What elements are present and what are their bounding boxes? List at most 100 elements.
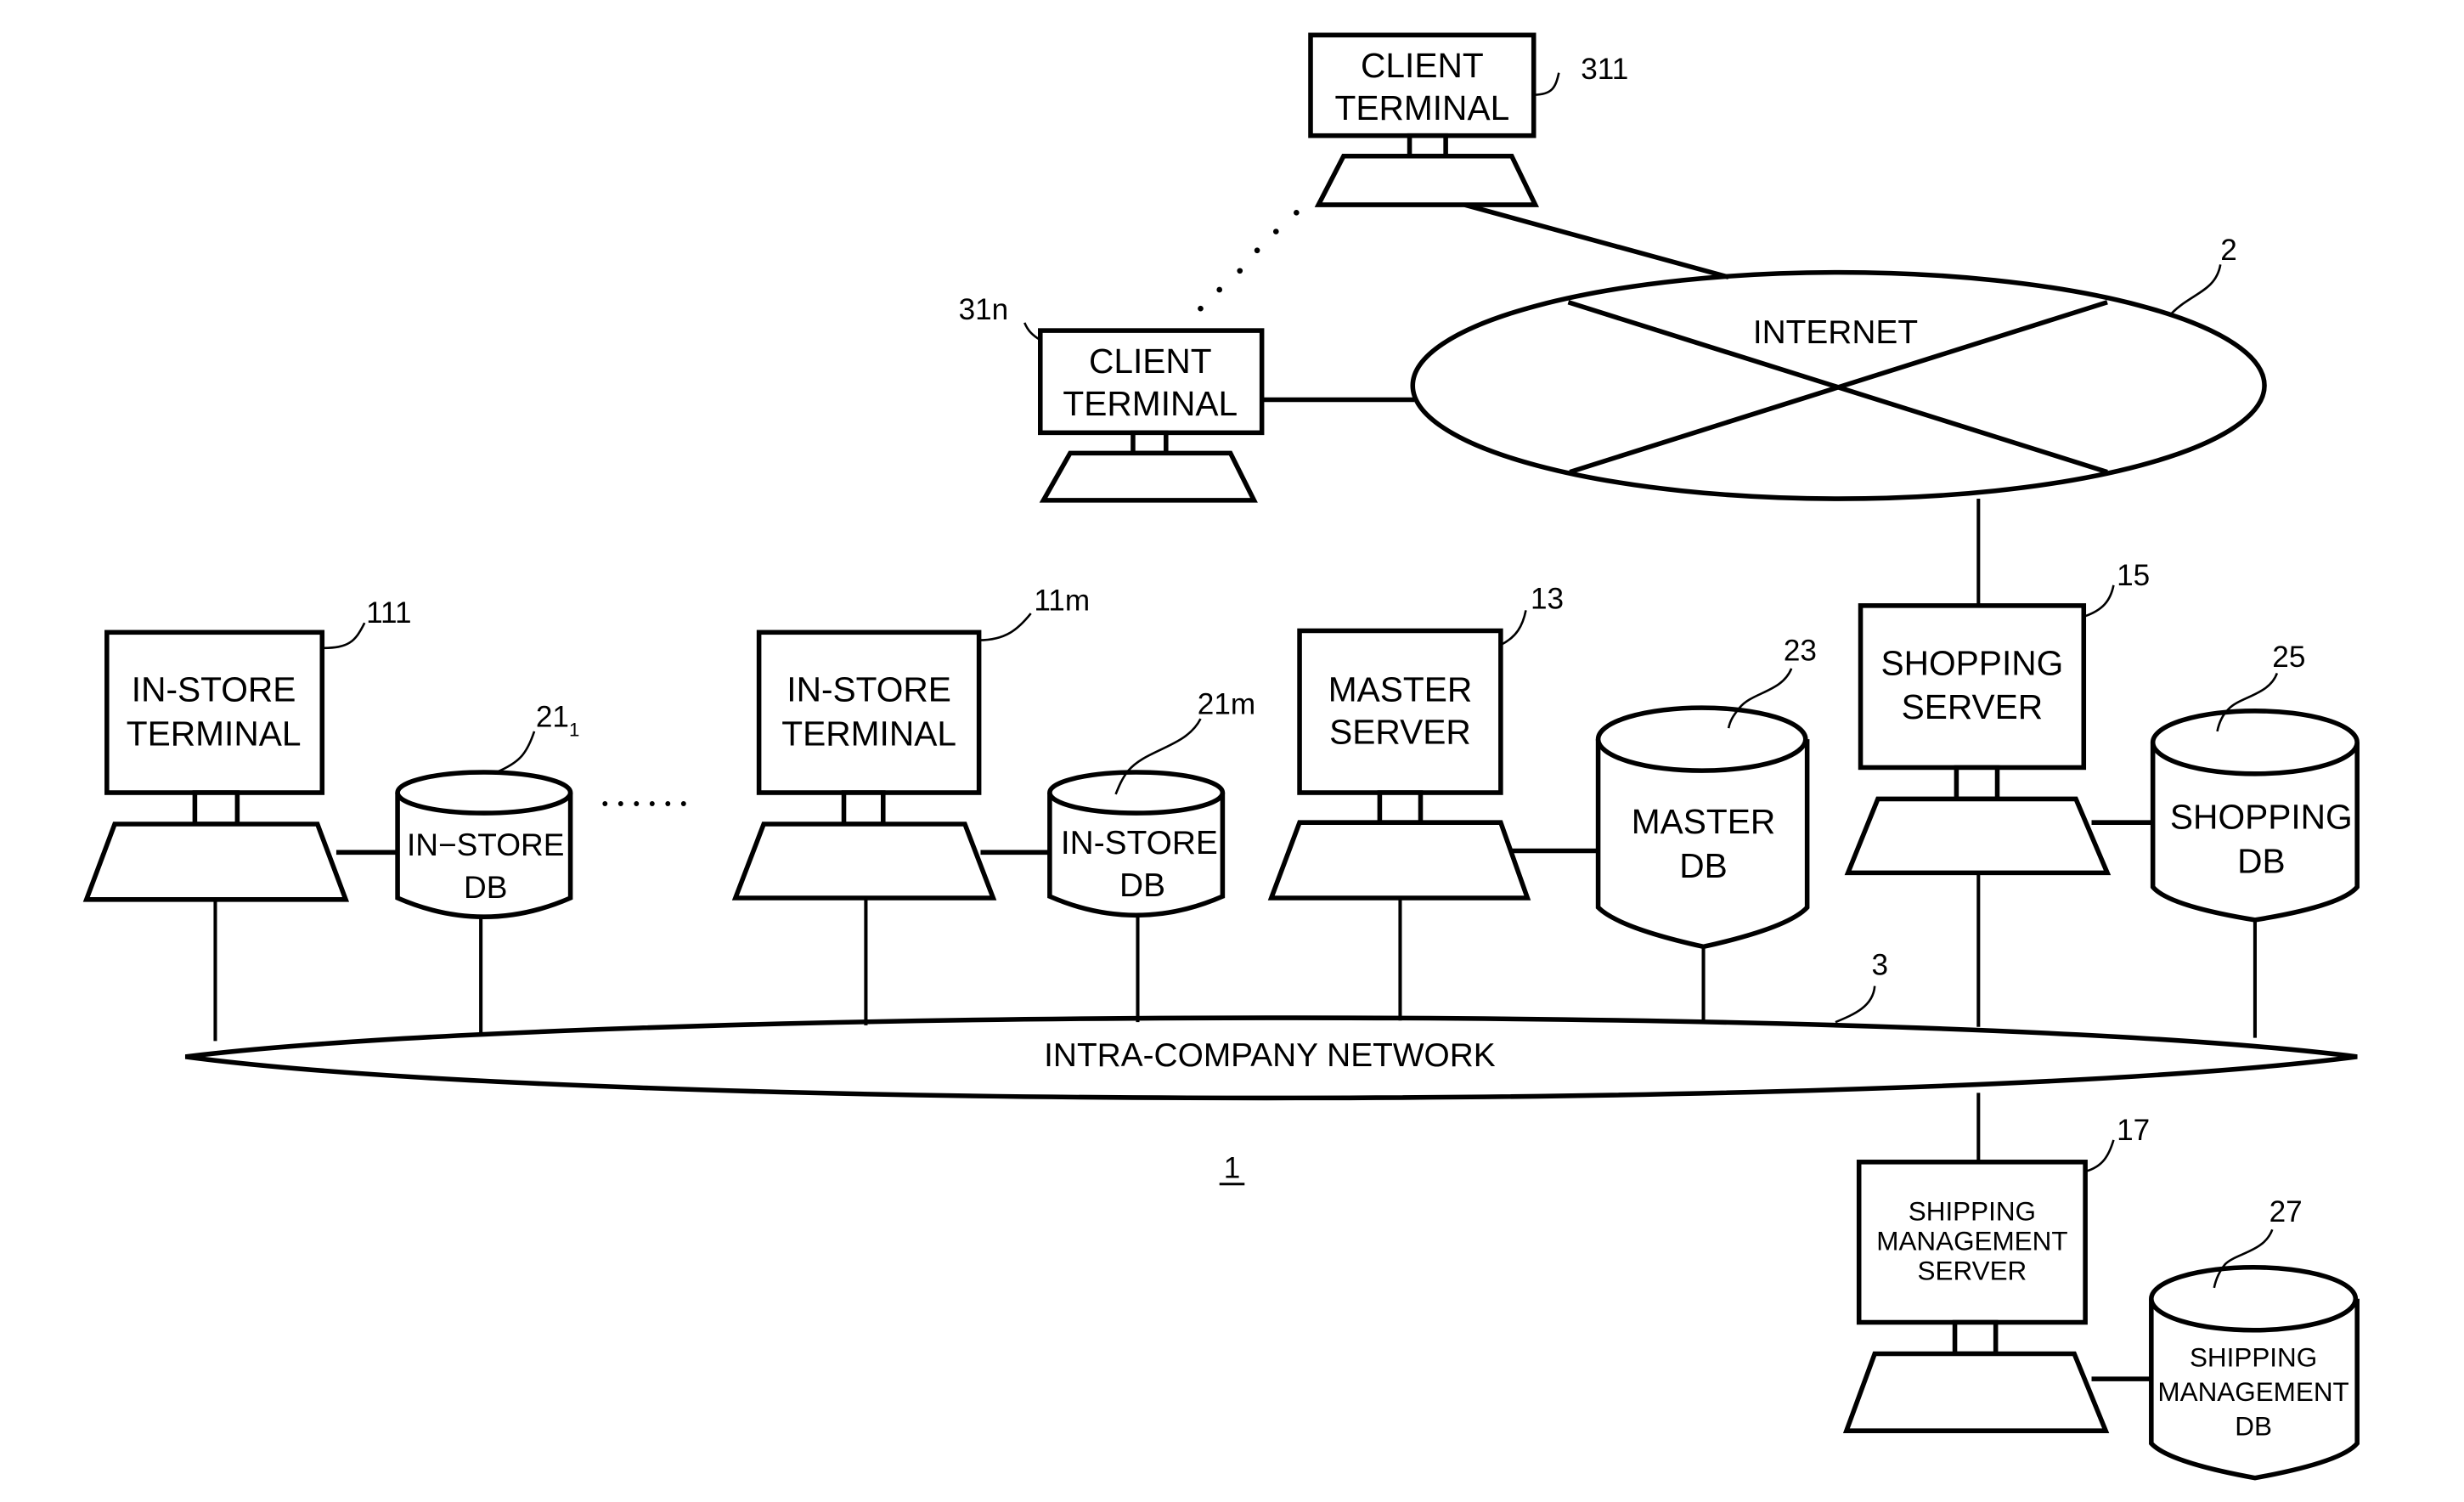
dot <box>680 801 686 806</box>
terminal-label-line1: CLIENT <box>1361 46 1484 85</box>
keyboard-icon <box>731 822 997 901</box>
db-ref-main: 21 <box>536 700 569 733</box>
keyboard-icon <box>1844 796 2112 876</box>
master-server-13: MASTER SERVER 13 <box>1267 583 1598 901</box>
terminal-label-line2: TERMINAL <box>781 714 956 754</box>
database-top <box>2149 1264 2359 1333</box>
server-ref: 13 <box>1531 583 1564 616</box>
database-top <box>2150 709 2360 776</box>
ellipsis-dots-horizontal <box>602 801 686 806</box>
terminal-ref: 111 <box>366 596 411 630</box>
intra-network-label: INTRA-COMPANY NETWORK <box>1044 1037 1496 1074</box>
db-ref: 211 <box>536 700 579 740</box>
dot <box>1272 229 1279 234</box>
dot <box>1254 247 1260 254</box>
system-ref-label: 1 <box>1224 1151 1241 1184</box>
db-label-line1: IN−STORE <box>407 827 564 862</box>
terminal-label-line2: TERMINAL <box>1334 88 1509 127</box>
in-store-db-21-1: IN−STORE DB 211 <box>395 700 579 919</box>
internet-cloud: INTERNET 2 <box>1410 234 2267 501</box>
db-ref: 21m <box>1198 688 1255 721</box>
server-label-line2: SERVER <box>1329 713 1471 752</box>
db-ref: 23 <box>1784 635 1817 668</box>
ref-leader <box>1533 72 1560 96</box>
db-label-line2: DB <box>1119 867 1165 904</box>
ref-leader <box>2170 264 2222 314</box>
monitor-icon <box>756 630 982 795</box>
terminal-label-line1: CLIENT <box>1089 342 1212 381</box>
client-terminal-ref: 31n <box>959 293 1009 326</box>
db-ref: 27 <box>2269 1195 2303 1228</box>
db-label-line1: IN-STORE <box>1061 825 1218 861</box>
monitor-stand <box>1952 1319 1999 1357</box>
shipping-management-db-27: SHIPPING MANAGEMENT DB 27 <box>2149 1195 2360 1481</box>
monitor-icon <box>104 630 325 795</box>
terminal-label-line1: IN-STORE <box>132 670 296 709</box>
server-label-line1: SHIPPING <box>1909 1196 2036 1226</box>
server-label-line3: SERVER <box>1918 1256 2027 1286</box>
monitor-stand <box>1131 430 1169 456</box>
internet-label: INTERNET <box>1753 314 1918 351</box>
in-store-terminal-111: IN-STORE TERMINAL 111 <box>82 596 412 902</box>
db-label-line2: MANAGEMENT <box>2157 1377 2348 1407</box>
shopping-server-15: SHOPPING SERVER 15 <box>1844 559 2153 876</box>
in-store-db-21m: IN-STORE DB 21m <box>1047 688 1255 918</box>
system-ref: 1 <box>1219 1151 1245 1186</box>
monitor-stand <box>192 790 240 827</box>
keyboard-icon <box>1314 153 1540 207</box>
dot <box>1294 210 1300 216</box>
dot <box>1237 268 1243 274</box>
ref-leader <box>496 731 536 774</box>
dot <box>665 801 671 806</box>
terminal-label-line2: TERMINAL <box>1063 384 1238 423</box>
internet-ref: 2 <box>2220 234 2237 267</box>
database-top <box>1595 705 1808 773</box>
monitor-stand <box>1377 790 1424 825</box>
dot <box>602 801 608 806</box>
server-ref: 17 <box>2117 1114 2150 1147</box>
keyboard-icon <box>82 822 350 902</box>
db-label-line2: DB <box>464 870 507 905</box>
shipping-management-server-17: SHIPPING MANAGEMENT SERVER 17 <box>1842 1114 2151 1433</box>
db-label-line1: SHOPPING <box>2170 798 2353 837</box>
monitor-stand <box>841 790 886 827</box>
ref-leader <box>322 622 366 650</box>
dot <box>649 801 655 806</box>
keyboard-icon <box>1267 820 1531 901</box>
intra-network-ref: 3 <box>1872 949 1889 982</box>
terminal-ref: 11m <box>1034 584 1090 617</box>
ref-leader <box>1500 610 1527 647</box>
keyboard-icon <box>1842 1351 2110 1433</box>
server-label-line2: MANAGEMENT <box>1876 1226 2067 1256</box>
db-label-line1: SHIPPING <box>2190 1342 2317 1372</box>
dot <box>617 801 623 806</box>
client-terminal-31n: CLIENT TERMINAL 31n <box>959 293 1415 503</box>
ref-leader <box>978 613 1032 641</box>
db-ref-sub: 1 <box>569 719 579 740</box>
db-label-line2: DB <box>2237 841 2286 880</box>
client-terminal-ref: 311 <box>1581 53 1628 86</box>
server-label-line2: SERVER <box>1902 687 2044 726</box>
db-label-line2: DB <box>1679 846 1728 885</box>
monitor-stand <box>1407 133 1448 159</box>
client-terminal-311: CLIENT TERMINAL 311 <box>1308 32 1729 280</box>
in-store-terminal-11m: IN-STORE TERMINAL 11m <box>731 584 1090 901</box>
database-top <box>1047 770 1226 816</box>
database-top <box>395 770 573 816</box>
server-label-line1: SHOPPING <box>1881 643 2064 682</box>
ref-leader <box>2083 584 2115 618</box>
monitor-stand <box>1954 765 2000 802</box>
dot <box>634 801 640 806</box>
network-system-diagram: INTERNET 2 CLIENT TERMINAL 311 CLIENT TE… <box>82 32 2360 1481</box>
master-db-23: MASTER DB 23 <box>1595 635 1817 950</box>
terminal-label-line2: TERMINAL <box>127 714 302 754</box>
ref-leader <box>2084 1139 2115 1173</box>
connection-line <box>1463 202 1729 280</box>
db-label-line3: DB <box>2235 1412 2272 1442</box>
ref-leader <box>1835 985 1876 1024</box>
ellipsis-dots-diagonal <box>1198 210 1300 312</box>
keyboard-icon <box>1039 450 1258 503</box>
dot <box>1216 286 1223 293</box>
terminal-label-line1: IN-STORE <box>787 670 951 709</box>
dot <box>1198 305 1204 312</box>
